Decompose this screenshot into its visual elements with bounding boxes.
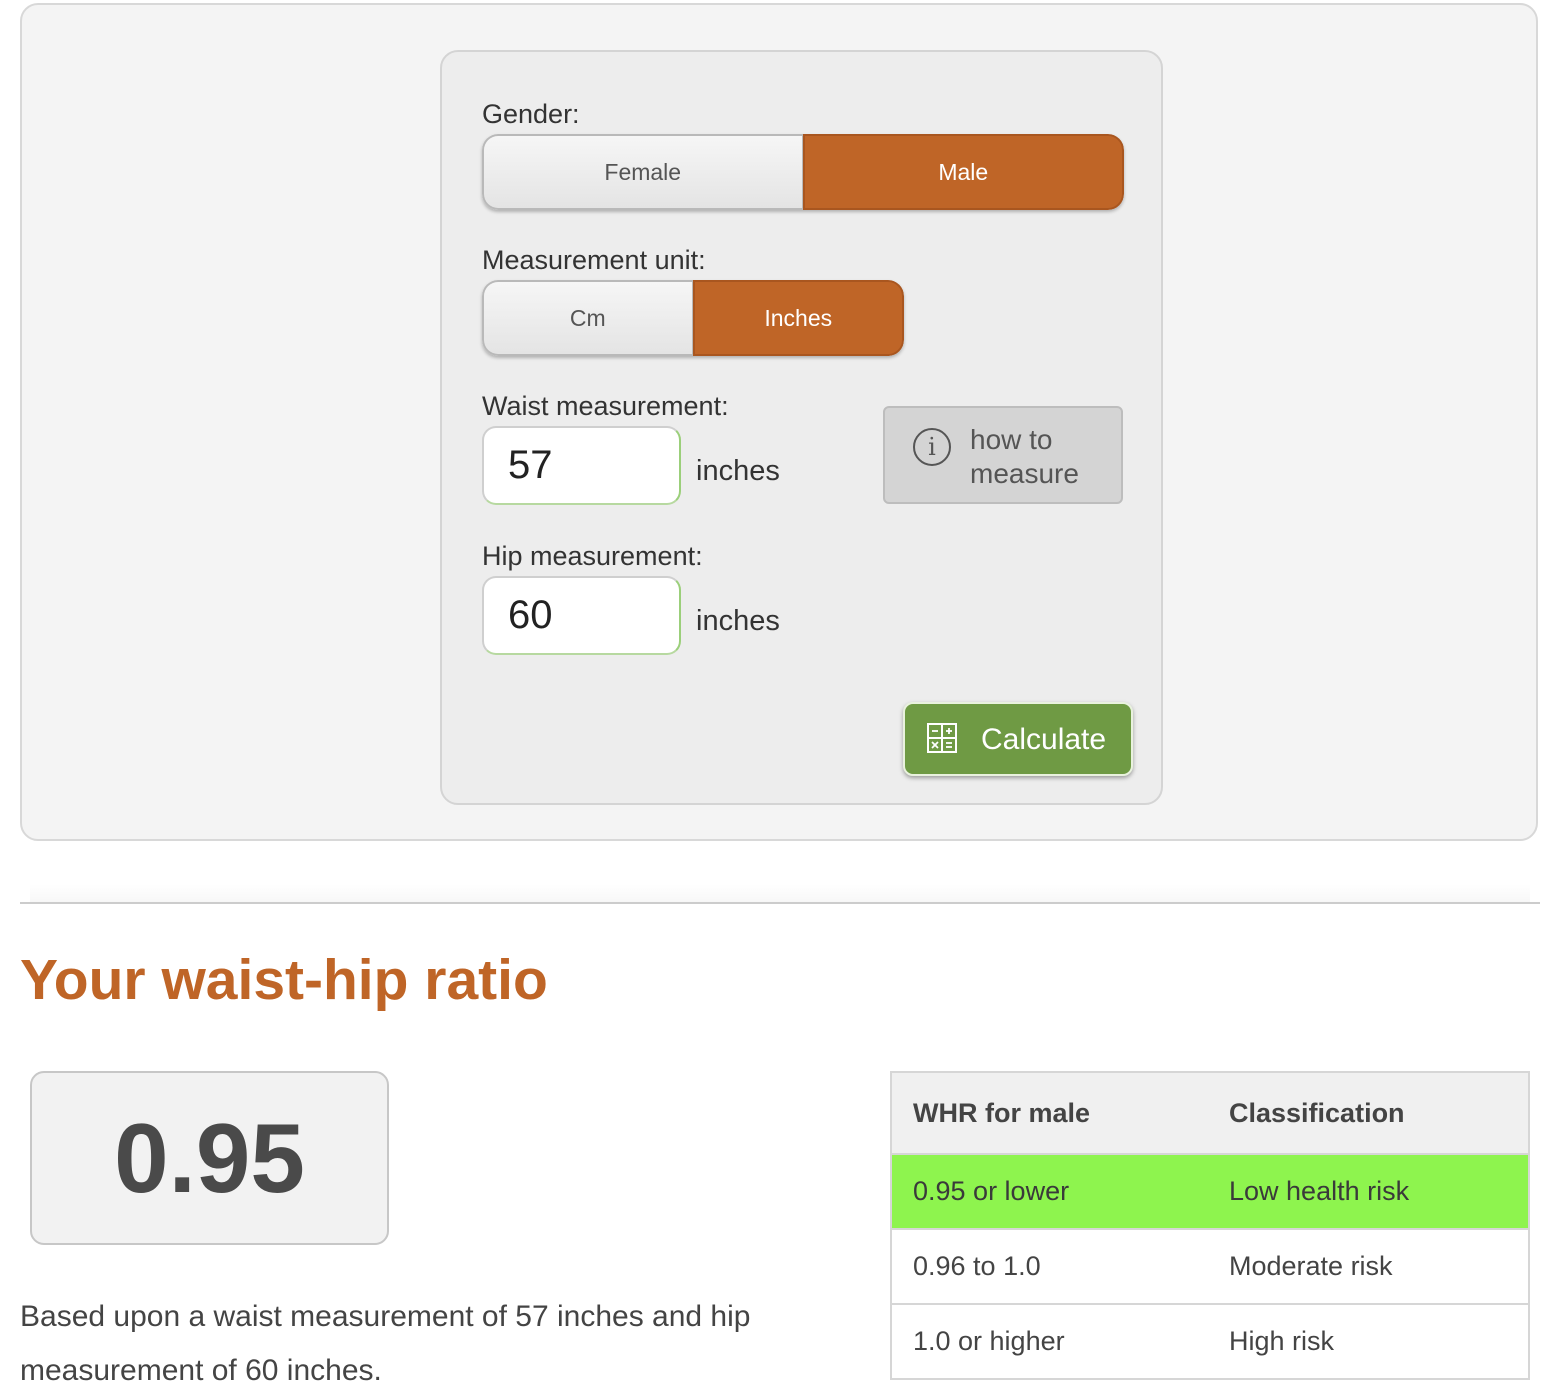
unit-toggle: Cm Inches <box>482 280 904 356</box>
table-row: 0.96 to 1.0 Moderate risk <box>891 1229 1529 1305</box>
whr-classification-table: WHR for male Classification 0.95 or lowe… <box>890 1071 1530 1380</box>
info-icon: i <box>913 428 951 466</box>
how-to-measure-label: how to measure <box>970 423 1110 491</box>
how-to-measure-line1: how to <box>970 424 1053 455</box>
calculate-label: Calculate <box>981 723 1107 756</box>
gender-option-female[interactable]: Female <box>482 134 803 210</box>
hip-unit: inches <box>696 605 780 637</box>
section-divider <box>20 902 1540 904</box>
unit-option-cm[interactable]: Cm <box>482 280 693 356</box>
cell-classification: Moderate risk <box>1208 1229 1529 1305</box>
result-description: Based upon a waist measurement of 57 inc… <box>20 1300 751 1387</box>
cell-classification: High risk <box>1208 1304 1529 1380</box>
cell-whr: 1.0 or higher <box>891 1304 1208 1380</box>
calculator-panel: Gender: Female Male Measurement unit: Cm… <box>20 3 1538 841</box>
calculator-icon <box>927 723 957 758</box>
cell-whr: 0.96 to 1.0 <box>891 1229 1208 1305</box>
divider-shadow <box>30 884 1530 902</box>
result-title: Your waist-hip ratio <box>20 948 548 1012</box>
waist-input[interactable] <box>482 426 681 505</box>
calculate-button[interactable]: Calculate <box>903 702 1133 776</box>
header-classification: Classification <box>1208 1072 1529 1155</box>
ratio-value: 0.95 <box>114 1103 305 1213</box>
hip-label: Hip measurement: <box>482 541 703 571</box>
gender-option-male[interactable]: Male <box>802 134 1124 210</box>
hip-input[interactable] <box>482 576 681 655</box>
how-to-measure-button[interactable]: i how to measure <box>883 406 1123 504</box>
gender-label: Gender: <box>482 99 580 129</box>
unit-option-inches[interactable]: Inches <box>692 280 904 356</box>
header-whr: WHR for male <box>891 1072 1208 1155</box>
measurement-unit-label: Measurement unit: <box>482 245 706 275</box>
how-to-measure-line2: measure <box>970 458 1079 489</box>
waist-label: Waist measurement: <box>482 391 729 421</box>
table-header-row: WHR for male Classification <box>891 1072 1529 1155</box>
gender-toggle: Female Male <box>482 134 1124 210</box>
table-row: 0.95 or lower Low health risk <box>891 1154 1529 1230</box>
waist-unit: inches <box>696 455 780 487</box>
table-row: 1.0 or higher High risk <box>891 1304 1529 1380</box>
cell-whr: 0.95 or lower <box>891 1154 1208 1230</box>
whr-form: Gender: Female Male Measurement unit: Cm… <box>440 50 1163 805</box>
cell-classification: Low health risk <box>1208 1154 1529 1230</box>
ratio-result-box: 0.95 <box>30 1071 389 1245</box>
